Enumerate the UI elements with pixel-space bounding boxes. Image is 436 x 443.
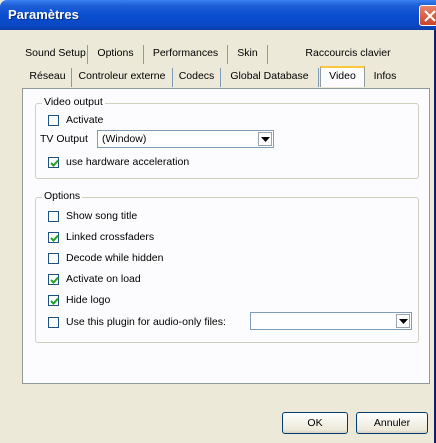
checkmark-icon (50, 234, 59, 242)
tab-raccourcis-clavier[interactable]: Raccourcis clavier (268, 45, 428, 64)
tv-output-label: TV Output (40, 133, 88, 145)
hide-logo-label: Hide logo (66, 294, 111, 306)
settings-window: Paramètres Sound Setup Options Performan… (0, 0, 436, 443)
chevron-down-icon (399, 319, 408, 324)
hw-accel-label: use hardware acceleration (66, 156, 190, 168)
tab-row-2: Réseau Controleur externe Codecs Global … (24, 66, 430, 87)
activate-label: Activate (66, 114, 104, 126)
tab-skin[interactable]: Skin (228, 45, 268, 64)
linked-crossfaders-checkbox[interactable] (48, 231, 59, 243)
option-hide-logo[interactable]: Hide logo (48, 292, 110, 308)
activate-on-load-label: Activate on load (66, 273, 141, 285)
checkmark-icon (50, 276, 59, 284)
hw-accel-row[interactable]: use hardware acceleration (48, 154, 189, 170)
tab-options[interactable]: Options (88, 45, 144, 64)
close-button[interactable] (419, 5, 436, 26)
tab-sound-setup[interactable]: Sound Setup (24, 45, 88, 64)
option-decode-while-hidden[interactable]: Decode while hidden (48, 250, 163, 266)
tab-infos[interactable]: Infos (366, 68, 404, 87)
audio-plugin-select[interactable] (250, 312, 412, 330)
audio-plugin-dropdown-button[interactable] (396, 314, 410, 328)
tab-controleur-externe[interactable]: Controleur externe (72, 68, 173, 87)
cancel-button[interactable]: Annuler (356, 412, 428, 434)
audio-only-plugin-label: Use this plugin for audio-only files: (66, 316, 226, 328)
close-icon (424, 10, 436, 22)
checkmark-icon (50, 159, 59, 167)
option-activate-on-load[interactable]: Activate on load (48, 271, 141, 287)
ok-button[interactable]: OK (282, 412, 348, 434)
tv-output-value: (Window) (102, 133, 147, 145)
option-audio-only-plugin[interactable]: Use this plugin for audio-only files: (48, 314, 226, 330)
audio-only-plugin-checkbox[interactable] (48, 316, 59, 328)
tab-performances[interactable]: Performances (144, 45, 228, 64)
show-song-title-label: Show song title (66, 210, 138, 222)
tab-row-1: Sound Setup Options Performances Skin Ra… (24, 45, 430, 64)
window-title: Paramètres (8, 7, 79, 22)
tab-global-database[interactable]: Global Database (221, 68, 319, 87)
show-song-title-checkbox[interactable] (48, 210, 59, 222)
chevron-down-icon (261, 137, 270, 142)
activate-checkbox[interactable] (48, 114, 59, 126)
tab-reseau[interactable]: Réseau (24, 68, 72, 87)
decode-while-hidden-checkbox[interactable] (48, 252, 59, 264)
video-tab-panel: Video output Activate TV Output (Window)… (22, 88, 430, 384)
options-group: Options Show song title Linked crossfade… (35, 190, 419, 343)
activate-on-load-checkbox[interactable] (48, 273, 59, 285)
video-output-legend: Video output (42, 96, 105, 108)
video-output-group: Video output Activate TV Output (Window)… (35, 96, 419, 179)
tab-codecs[interactable]: Codecs (173, 68, 221, 87)
option-show-song-title[interactable]: Show song title (48, 208, 137, 224)
hw-accel-checkbox[interactable] (48, 156, 59, 168)
tv-output-dropdown-button[interactable] (258, 132, 272, 146)
checkmark-icon (50, 297, 59, 305)
decode-while-hidden-label: Decode while hidden (66, 252, 164, 264)
option-linked-crossfaders[interactable]: Linked crossfaders (48, 229, 154, 245)
title-bar[interactable]: Paramètres (0, 0, 436, 30)
tab-video[interactable]: Video (320, 66, 365, 87)
options-legend: Options (42, 190, 83, 202)
tv-output-select[interactable]: (Window) (97, 130, 274, 148)
linked-crossfaders-label: Linked crossfaders (66, 231, 155, 243)
hide-logo-checkbox[interactable] (48, 294, 59, 306)
activate-row[interactable]: Activate (48, 112, 103, 128)
